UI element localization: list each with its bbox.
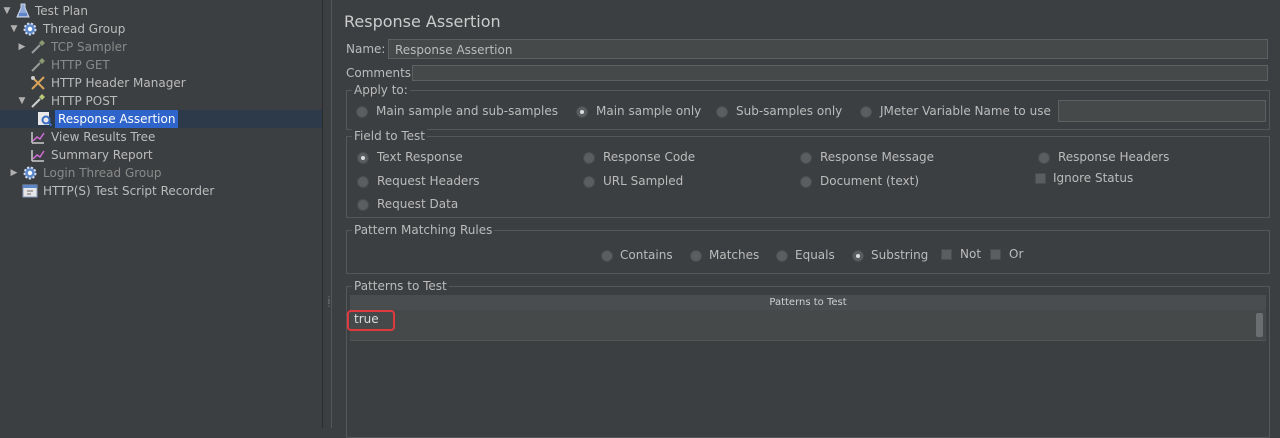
pipette-icon: [30, 93, 46, 109]
expand-toggle-icon[interactable]: ▼: [2, 2, 12, 20]
name-label: Name:: [346, 42, 386, 56]
table-row[interactable]: true: [347, 310, 1266, 341]
option-main-sample-only[interactable]: Main sample only: [596, 104, 701, 118]
pipette-icon: [30, 57, 46, 73]
split-pane-divider[interactable]: [323, 0, 332, 428]
tree-item-label: HTTP GET: [51, 58, 110, 72]
option-text-response[interactable]: Text Response: [377, 150, 463, 164]
radio-main-and-sub-samples[interactable]: [356, 106, 368, 118]
option-matches[interactable]: Matches: [709, 248, 759, 262]
chart-icon: [30, 147, 46, 163]
field-to-test-group: Field to Test Text Response Response Cod…: [346, 128, 1270, 218]
tree-item-thread-group[interactable]: ▼ Thread Group: [0, 20, 320, 38]
tree-item-label: Thread Group: [43, 22, 126, 36]
radio-equals[interactable]: [776, 250, 788, 262]
gear-icon: [22, 165, 38, 181]
field-to-test-title: Field to Test: [352, 128, 428, 144]
test-plan-tree: ▼ Test Plan ▼ Thread Group ▶ TCP Sampler…: [0, 0, 323, 428]
option-equals[interactable]: Equals: [795, 248, 835, 262]
tree-item-response-assertion[interactable]: Response Assertion: [0, 110, 322, 128]
expand-toggle-icon[interactable]: ▶: [9, 164, 19, 182]
radio-matches[interactable]: [690, 250, 702, 262]
highlight-annotation: [347, 310, 395, 331]
option-response-code[interactable]: Response Code: [603, 150, 695, 164]
tree-item-view-results-tree[interactable]: View Results Tree: [0, 128, 320, 146]
option-request-headers[interactable]: Request Headers: [377, 174, 480, 188]
tree-item-http-get[interactable]: HTTP GET: [0, 56, 320, 74]
tree-item-tcp-sampler[interactable]: ▶ TCP Sampler: [0, 38, 320, 56]
not-checkbox[interactable]: [941, 249, 952, 260]
radio-request-data[interactable]: [357, 199, 369, 211]
pattern-matching-rules-title: Pattern Matching Rules: [352, 222, 495, 238]
ignore-status-label[interactable]: Ignore Status: [1053, 171, 1133, 185]
or-checkbox[interactable]: [990, 249, 1001, 260]
radio-response-headers[interactable]: [1038, 152, 1050, 164]
tree-item-label: HTTP POST: [51, 94, 118, 108]
comments-label: Comments:: [346, 66, 416, 80]
tree-item-test-plan[interactable]: ▼ Test Plan: [0, 2, 320, 20]
tree-item-test-script-recorder[interactable]: HTTP(S) Test Script Recorder: [0, 182, 320, 200]
radio-url-sampled[interactable]: [583, 176, 595, 188]
tree-item-http-header-manager[interactable]: HTTP Header Manager: [0, 74, 320, 92]
option-contains[interactable]: Contains: [620, 248, 673, 262]
tree-item-label: Test Plan: [35, 4, 88, 18]
radio-response-message[interactable]: [800, 152, 812, 164]
wrench-icon: [30, 75, 46, 91]
option-request-data[interactable]: Request Data: [377, 197, 458, 211]
tree-item-label: HTTP(S) Test Script Recorder: [43, 184, 215, 198]
tree-item-label: Response Assertion: [55, 110, 179, 128]
name-field[interactable]: Response Assertion: [388, 39, 1268, 59]
recorder-icon: [22, 183, 38, 199]
chart-icon: [30, 129, 46, 145]
expand-toggle-icon[interactable]: ▼: [9, 20, 19, 38]
option-url-sampled[interactable]: URL Sampled: [603, 174, 683, 188]
tree-item-label: Summary Report: [51, 148, 153, 162]
magnifier-icon: [37, 111, 53, 127]
patterns-table-header[interactable]: Patterns to Test: [350, 295, 1266, 311]
comments-field[interactable]: [412, 65, 1268, 81]
patterns-to-test-title: Patterns to Test: [352, 278, 449, 294]
tree-item-label: View Results Tree: [51, 130, 156, 144]
or-label[interactable]: Or: [1009, 247, 1023, 261]
tree-item-summary-report[interactable]: Summary Report: [0, 146, 320, 164]
option-substring[interactable]: Substring: [871, 248, 928, 262]
table-scrollbar[interactable]: [1256, 313, 1263, 337]
radio-jmeter-variable[interactable]: [860, 106, 872, 118]
tree-item-label: TCP Sampler: [51, 40, 127, 54]
pattern-matching-rules-group: Pattern Matching Rules Contains Matches …: [346, 222, 1270, 274]
ignore-status-checkbox[interactable]: [1035, 173, 1046, 184]
radio-text-response[interactable]: [357, 152, 369, 164]
expand-toggle-icon[interactable]: ▶: [17, 38, 27, 56]
radio-request-headers[interactable]: [357, 176, 369, 188]
flask-icon: [15, 3, 31, 19]
tree-item-http-post[interactable]: ▼ HTTP POST: [0, 92, 320, 110]
radio-main-sample-only[interactable]: [576, 106, 588, 118]
option-jmeter-variable[interactable]: JMeter Variable Name to use: [880, 104, 1051, 118]
jmeter-variable-input[interactable]: [1058, 100, 1266, 122]
panel-title: Response Assertion: [344, 12, 501, 31]
apply-to-title: Apply to:: [352, 82, 410, 98]
not-label[interactable]: Not: [960, 247, 981, 261]
pipette-icon: [30, 39, 46, 55]
option-response-message[interactable]: Response Message: [820, 150, 934, 164]
radio-document-text[interactable]: [800, 176, 812, 188]
option-document-text[interactable]: Document (text): [820, 174, 919, 188]
radio-response-code[interactable]: [583, 152, 595, 164]
gear-icon: [22, 21, 38, 37]
option-sub-samples-only[interactable]: Sub-samples only: [736, 104, 842, 118]
tree-item-label: HTTP Header Manager: [51, 76, 186, 90]
tree-item-login-thread-group[interactable]: ▶ Login Thread Group: [0, 164, 320, 182]
expand-toggle-icon[interactable]: ▼: [17, 92, 27, 110]
radio-sub-samples-only[interactable]: [716, 106, 728, 118]
option-response-headers[interactable]: Response Headers: [1058, 150, 1169, 164]
option-main-and-sub-samples[interactable]: Main sample and sub-samples: [376, 104, 558, 118]
tree-item-label: Login Thread Group: [43, 166, 162, 180]
radio-contains[interactable]: [601, 250, 613, 262]
response-assertion-panel: Response Assertion Name: Response Assert…: [332, 0, 1280, 438]
radio-substring[interactable]: [852, 250, 864, 262]
